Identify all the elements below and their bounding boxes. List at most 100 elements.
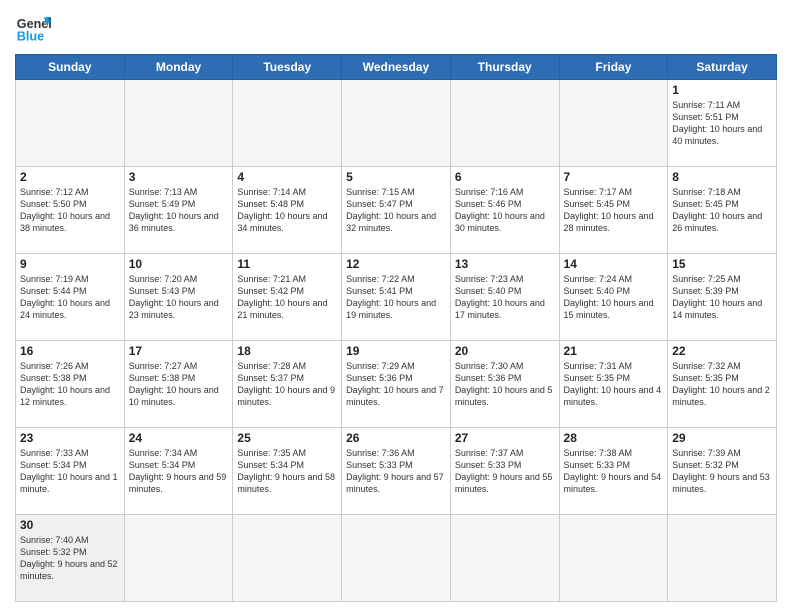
day-number: 25 — [237, 431, 337, 445]
day-info: Sunrise: 7:25 AMSunset: 5:39 PMDaylight:… — [672, 273, 772, 322]
day-info: Sunrise: 7:28 AMSunset: 5:37 PMDaylight:… — [237, 360, 337, 409]
day-info: Sunrise: 7:31 AMSunset: 5:35 PMDaylight:… — [564, 360, 664, 409]
day-number: 21 — [564, 344, 664, 358]
weekday-header-tuesday: Tuesday — [233, 55, 342, 80]
day-number: 17 — [129, 344, 229, 358]
day-number: 2 — [20, 170, 120, 184]
day-info: Sunrise: 7:12 AMSunset: 5:50 PMDaylight:… — [20, 186, 120, 235]
day-info: Sunrise: 7:23 AMSunset: 5:40 PMDaylight:… — [455, 273, 555, 322]
calendar-cell — [450, 515, 559, 602]
day-info: Sunrise: 7:26 AMSunset: 5:38 PMDaylight:… — [20, 360, 120, 409]
day-number: 24 — [129, 431, 229, 445]
calendar-cell: 12 Sunrise: 7:22 AMSunset: 5:41 PMDayligh… — [342, 254, 451, 341]
calendar-cell: 19 Sunrise: 7:29 AMSunset: 5:36 PMDayligh… — [342, 341, 451, 428]
day-number: 16 — [20, 344, 120, 358]
day-number: 14 — [564, 257, 664, 271]
calendar-cell: 17 Sunrise: 7:27 AMSunset: 5:38 PMDayligh… — [124, 341, 233, 428]
calendar-cell: 5 Sunrise: 7:15 AMSunset: 5:47 PMDaylight… — [342, 167, 451, 254]
calendar-cell — [559, 515, 668, 602]
day-info: Sunrise: 7:21 AMSunset: 5:42 PMDaylight:… — [237, 273, 337, 322]
day-number: 30 — [20, 518, 120, 532]
calendar-cell — [559, 80, 668, 167]
calendar-cell — [342, 80, 451, 167]
day-info: Sunrise: 7:13 AMSunset: 5:49 PMDaylight:… — [129, 186, 229, 235]
day-info: Sunrise: 7:19 AMSunset: 5:44 PMDaylight:… — [20, 273, 120, 322]
day-number: 11 — [237, 257, 337, 271]
day-number: 13 — [455, 257, 555, 271]
calendar-cell: 11 Sunrise: 7:21 AMSunset: 5:42 PMDayligh… — [233, 254, 342, 341]
day-number: 26 — [346, 431, 446, 445]
calendar-cell: 21 Sunrise: 7:31 AMSunset: 5:35 PMDayligh… — [559, 341, 668, 428]
calendar-table: SundayMondayTuesdayWednesdayThursdayFrid… — [15, 54, 777, 602]
day-number: 12 — [346, 257, 446, 271]
day-info: Sunrise: 7:18 AMSunset: 5:45 PMDaylight:… — [672, 186, 772, 235]
day-info: Sunrise: 7:39 AMSunset: 5:32 PMDaylight:… — [672, 447, 772, 496]
day-number: 5 — [346, 170, 446, 184]
calendar-cell — [668, 515, 777, 602]
day-number: 28 — [564, 431, 664, 445]
day-number: 10 — [129, 257, 229, 271]
page: General Blue SundayMondayTuesdayWednesda… — [0, 0, 792, 612]
day-info: Sunrise: 7:16 AMSunset: 5:46 PMDaylight:… — [455, 186, 555, 235]
day-number: 18 — [237, 344, 337, 358]
calendar-cell — [233, 80, 342, 167]
calendar-cell: 24 Sunrise: 7:34 AMSunset: 5:34 PMDayligh… — [124, 428, 233, 515]
calendar-cell: 13 Sunrise: 7:23 AMSunset: 5:40 PMDayligh… — [450, 254, 559, 341]
calendar-cell — [450, 80, 559, 167]
day-info: Sunrise: 7:30 AMSunset: 5:36 PMDaylight:… — [455, 360, 555, 409]
day-number: 8 — [672, 170, 772, 184]
calendar-cell: 6 Sunrise: 7:16 AMSunset: 5:46 PMDaylight… — [450, 167, 559, 254]
day-info: Sunrise: 7:29 AMSunset: 5:36 PMDaylight:… — [346, 360, 446, 409]
day-number: 19 — [346, 344, 446, 358]
calendar-cell: 16 Sunrise: 7:26 AMSunset: 5:38 PMDayligh… — [16, 341, 125, 428]
day-number: 3 — [129, 170, 229, 184]
day-info: Sunrise: 7:17 AMSunset: 5:45 PMDaylight:… — [564, 186, 664, 235]
logo-icon: General Blue — [15, 10, 51, 46]
day-number: 22 — [672, 344, 772, 358]
calendar-cell — [342, 515, 451, 602]
calendar-cell: 10 Sunrise: 7:20 AMSunset: 5:43 PMDayligh… — [124, 254, 233, 341]
day-info: Sunrise: 7:37 AMSunset: 5:33 PMDaylight:… — [455, 447, 555, 496]
day-number: 7 — [564, 170, 664, 184]
day-info: Sunrise: 7:22 AMSunset: 5:41 PMDaylight:… — [346, 273, 446, 322]
day-number: 6 — [455, 170, 555, 184]
calendar-cell: 18 Sunrise: 7:28 AMSunset: 5:37 PMDayligh… — [233, 341, 342, 428]
logo: General Blue — [15, 10, 51, 46]
day-number: 4 — [237, 170, 337, 184]
calendar-cell — [124, 80, 233, 167]
calendar-cell: 22Sunrise: 7:32 AMSunset: 5:35 PMDayligh… — [668, 341, 777, 428]
weekday-header-wednesday: Wednesday — [342, 55, 451, 80]
day-info: Sunrise: 7:15 AMSunset: 5:47 PMDaylight:… — [346, 186, 446, 235]
calendar-cell: 4 Sunrise: 7:14 AMSunset: 5:48 PMDaylight… — [233, 167, 342, 254]
calendar-cell: 28 Sunrise: 7:38 AMSunset: 5:33 PMDayligh… — [559, 428, 668, 515]
weekday-header-friday: Friday — [559, 55, 668, 80]
calendar-cell: 14 Sunrise: 7:24 AMSunset: 5:40 PMDayligh… — [559, 254, 668, 341]
day-info: Sunrise: 7:34 AMSunset: 5:34 PMDaylight:… — [129, 447, 229, 496]
calendar-cell: 26 Sunrise: 7:36 AMSunset: 5:33 PMDayligh… — [342, 428, 451, 515]
weekday-header-thursday: Thursday — [450, 55, 559, 80]
day-number: 20 — [455, 344, 555, 358]
day-info: Sunrise: 7:33 AMSunset: 5:34 PMDaylight:… — [20, 447, 120, 496]
weekday-header-sunday: Sunday — [16, 55, 125, 80]
calendar-cell: 15 Sunrise: 7:25 AMSunset: 5:39 PMDayligh… — [668, 254, 777, 341]
calendar-cell: 7 Sunrise: 7:17 AMSunset: 5:45 PMDaylight… — [559, 167, 668, 254]
day-info: Sunrise: 7:40 AMSunset: 5:32 PMDaylight:… — [20, 534, 120, 583]
day-info: Sunrise: 7:24 AMSunset: 5:40 PMDaylight:… — [564, 273, 664, 322]
day-number: 23 — [20, 431, 120, 445]
day-info: Sunrise: 7:20 AMSunset: 5:43 PMDaylight:… — [129, 273, 229, 322]
weekday-header-saturday: Saturday — [668, 55, 777, 80]
day-number: 15 — [672, 257, 772, 271]
calendar-cell: 27Sunrise: 7:37 AMSunset: 5:33 PMDayligh… — [450, 428, 559, 515]
day-info: Sunrise: 7:27 AMSunset: 5:38 PMDaylight:… — [129, 360, 229, 409]
day-info: Sunrise: 7:36 AMSunset: 5:33 PMDaylight:… — [346, 447, 446, 496]
weekday-header-monday: Monday — [124, 55, 233, 80]
calendar-cell: 1Sunrise: 7:11 AMSunset: 5:51 PMDaylight… — [668, 80, 777, 167]
day-info: Sunrise: 7:14 AMSunset: 5:48 PMDaylight:… — [237, 186, 337, 235]
day-info: Sunrise: 7:38 AMSunset: 5:33 PMDaylight:… — [564, 447, 664, 496]
day-number: 1 — [672, 83, 772, 97]
calendar-cell: 30 Sunrise: 7:40 AMSunset: 5:32 PMDayligh… — [16, 515, 125, 602]
calendar-cell: 8 Sunrise: 7:18 AMSunset: 5:45 PMDaylight… — [668, 167, 777, 254]
calendar-cell: 2 Sunrise: 7:12 AMSunset: 5:50 PMDaylight… — [16, 167, 125, 254]
calendar-cell: 20 Sunrise: 7:30 AMSunset: 5:36 PMDayligh… — [450, 341, 559, 428]
svg-text:Blue: Blue — [17, 30, 44, 44]
